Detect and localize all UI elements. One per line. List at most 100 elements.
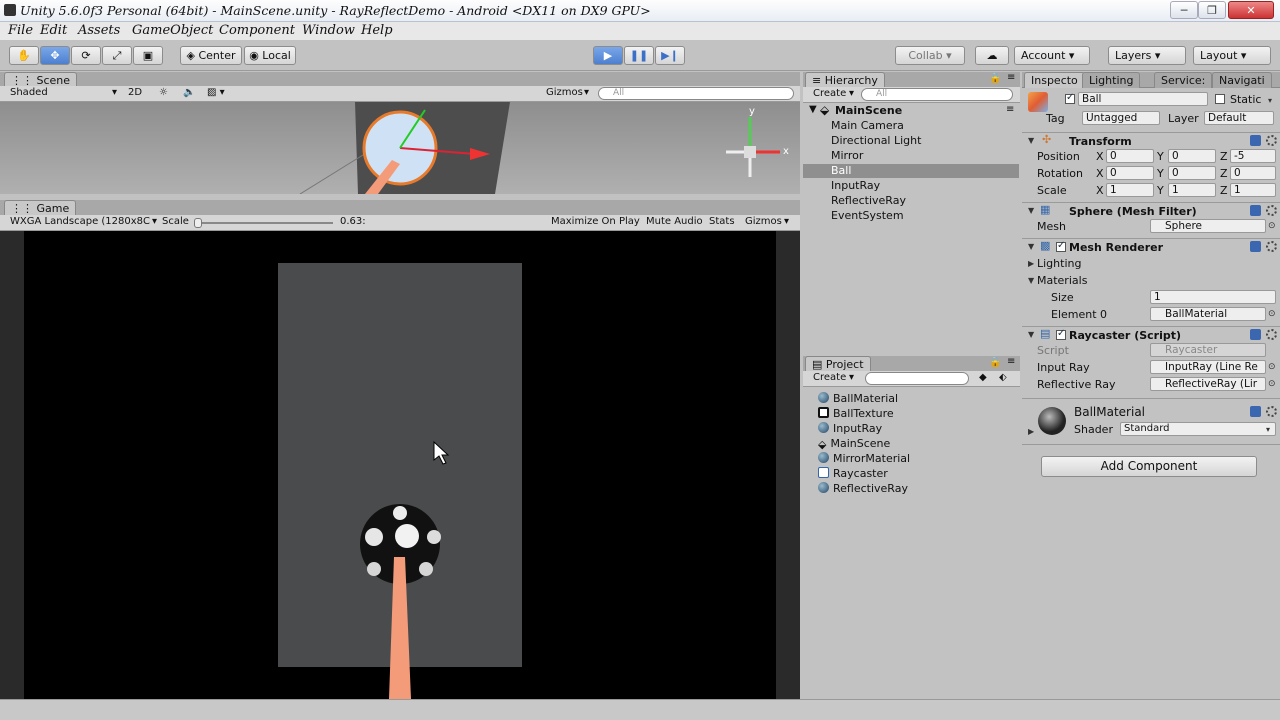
resolution-dropdown[interactable]: WXGA Landscape (1280x8C (10, 216, 150, 227)
tab-hierarchy[interactable]: ≡ Hierarchy (805, 72, 885, 88)
scale-tool-icon[interactable]: ⤢ (102, 46, 132, 65)
rotation-z-input[interactable]: 0 (1230, 166, 1276, 180)
gear-icon[interactable] (1266, 406, 1277, 417)
raycaster-enabled-checkbox[interactable] (1056, 328, 1066, 340)
layer-dropdown[interactable]: Default (1204, 111, 1274, 125)
pause-button[interactable]: ❚❚ (624, 46, 654, 65)
hierarchy-item[interactable]: Main Camera (831, 119, 904, 132)
scale-slider-thumb[interactable] (194, 218, 202, 228)
shader-dropdown-arrow-icon[interactable]: ▾ (1266, 425, 1270, 434)
effects-toggle-icon[interactable]: ▨ ▾ (207, 87, 225, 98)
gear-icon[interactable] (1266, 135, 1277, 146)
tab-inspector[interactable]: Inspecto (1024, 72, 1085, 88)
gear-icon[interactable] (1266, 329, 1277, 340)
maximize-on-play-toggle[interactable]: Maximize On Play (551, 216, 640, 227)
project-item[interactable]: ReflectiveRay (818, 482, 908, 495)
scale-slider-track[interactable] (198, 222, 333, 224)
hierarchy-create-arrow-icon[interactable]: ▾ (849, 88, 854, 99)
object-picker-icon[interactable]: ⊙ (1268, 362, 1276, 372)
help-book-icon[interactable] (1250, 406, 1261, 417)
project-item[interactable]: Raycaster (818, 467, 888, 480)
shader-dropdown[interactable]: Standard (1120, 422, 1276, 436)
hierarchy-item[interactable]: Mirror (831, 149, 863, 162)
hierarchy-create-button[interactable]: Create (813, 88, 846, 99)
object-picker-icon[interactable]: ⊙ (1268, 221, 1276, 231)
tab-lighting[interactable]: Lighting (1082, 72, 1141, 88)
add-component-button[interactable]: Add Component (1041, 456, 1257, 477)
rotation-x-input[interactable]: 0 (1106, 166, 1154, 180)
hierarchy-item-selected[interactable]: Ball (831, 164, 851, 177)
scene-viewport[interactable]: y x (0, 102, 800, 194)
gear-icon[interactable] (1266, 241, 1277, 252)
project-item[interactable]: BallMaterial (818, 392, 898, 405)
project-lock-icon[interactable]: 🔒 (989, 357, 1001, 368)
scale-y-input[interactable]: 1 (1168, 183, 1216, 197)
pivot-local-button[interactable]: ◉ Local (244, 46, 296, 65)
object-picker-icon[interactable]: ⊙ (1268, 309, 1276, 319)
static-dropdown-icon[interactable]: ▾ (1268, 96, 1272, 105)
active-checkbox[interactable] (1065, 92, 1075, 104)
rotate-tool-icon[interactable]: ⟳ (71, 46, 101, 65)
audio-toggle-icon[interactable]: 🔈 (183, 87, 195, 98)
help-book-icon[interactable] (1250, 135, 1261, 146)
menu-file[interactable]: File (8, 23, 33, 38)
help-book-icon[interactable] (1250, 241, 1261, 252)
orientation-gizmo[interactable] (726, 117, 780, 177)
scene-menu-icon[interactable]: ≡ (1006, 104, 1014, 115)
hand-tool-icon[interactable]: ✋ (9, 46, 39, 65)
expand-arrow-icon[interactable]: ▼ (1028, 242, 1034, 251)
input-ray-field[interactable]: InputRay (Line Re (1150, 360, 1266, 374)
hierarchy-item[interactable]: InputRay (831, 179, 880, 192)
lighting-foldout[interactable]: Lighting (1037, 257, 1081, 270)
menu-gameobject[interactable]: GameObject (132, 23, 213, 38)
raycaster-header[interactable]: ▼ ▤ Raycaster (Script) (1022, 326, 1280, 343)
static-checkbox[interactable] (1215, 94, 1225, 104)
game-gizmos-arrow-icon[interactable]: ▾ (784, 216, 789, 227)
lighting-toggle-icon[interactable]: ☼ (159, 87, 168, 98)
hierarchy-scene-name[interactable]: MainScene (835, 104, 902, 117)
mesh-renderer-enabled-checkbox[interactable] (1056, 240, 1066, 252)
position-y-input[interactable]: 0 (1168, 149, 1216, 163)
play-button[interactable]: ▶ (593, 46, 623, 65)
filter-type-icon[interactable]: ◆ (979, 372, 987, 383)
lock-icon[interactable]: 🔒 (989, 73, 1001, 84)
scene-gizmos-arrow-icon[interactable]: ▾ (584, 87, 589, 98)
project-create-arrow-icon[interactable]: ▾ (849, 372, 854, 383)
mesh-renderer-header[interactable]: ▼ ▩ Mesh Renderer (1022, 238, 1280, 255)
tag-dropdown[interactable]: Untagged (1082, 111, 1160, 125)
game-gizmos-dropdown[interactable]: Gizmos (745, 216, 782, 227)
position-x-input[interactable]: 0 (1106, 149, 1154, 163)
size-input[interactable]: 1 (1150, 290, 1276, 304)
tab-services[interactable]: Service: (1154, 72, 1213, 88)
menu-assets[interactable]: Assets (78, 23, 120, 38)
gear-icon[interactable] (1266, 205, 1277, 216)
panel-menu-icon[interactable]: ≡ (1007, 72, 1015, 83)
project-item[interactable]: MirrorMaterial (818, 452, 910, 465)
tab-project[interactable]: ▤ Project (805, 356, 871, 372)
layout-dropdown[interactable]: Layout ▾ (1193, 46, 1271, 65)
cloud-icon[interactable]: ☁ (975, 46, 1009, 65)
materials-foldout[interactable]: Materials (1037, 274, 1087, 287)
tab-game[interactable]: ⋮⋮ Game (4, 200, 77, 216)
lighting-expand-arrow-icon[interactable]: ▶ (1028, 259, 1034, 268)
2d-toggle[interactable]: 2D (128, 87, 142, 98)
menu-help[interactable]: Help (361, 23, 393, 38)
game-viewport[interactable] (0, 231, 800, 699)
scale-x-input[interactable]: 1 (1106, 183, 1154, 197)
hierarchy-item[interactable]: EventSystem (831, 209, 904, 222)
project-create-button[interactable]: Create (813, 372, 846, 383)
mesh-filter-header[interactable]: ▼ ▦ Sphere (Mesh Filter) (1022, 202, 1280, 219)
project-menu-icon[interactable]: ≡ (1007, 356, 1015, 367)
account-dropdown[interactable]: Account ▾ (1014, 46, 1090, 65)
help-book-icon[interactable] (1250, 205, 1261, 216)
material-expand-arrow-icon[interactable]: ▶ (1028, 427, 1034, 436)
mute-audio-toggle[interactable]: Mute Audio (646, 216, 703, 227)
transform-header[interactable]: ▼ ✣ Transform (1022, 132, 1280, 149)
position-z-input[interactable]: -5 (1230, 149, 1276, 163)
shading-arrow-icon[interactable]: ▾ (112, 87, 117, 98)
hierarchy-search-input[interactable]: All (861, 88, 1013, 101)
menu-window[interactable]: Window (302, 23, 355, 38)
pivot-center-button[interactable]: ◈ Center (180, 46, 242, 65)
layers-dropdown[interactable]: Layers ▾ (1108, 46, 1186, 65)
scene-search-input[interactable]: All (598, 87, 794, 100)
